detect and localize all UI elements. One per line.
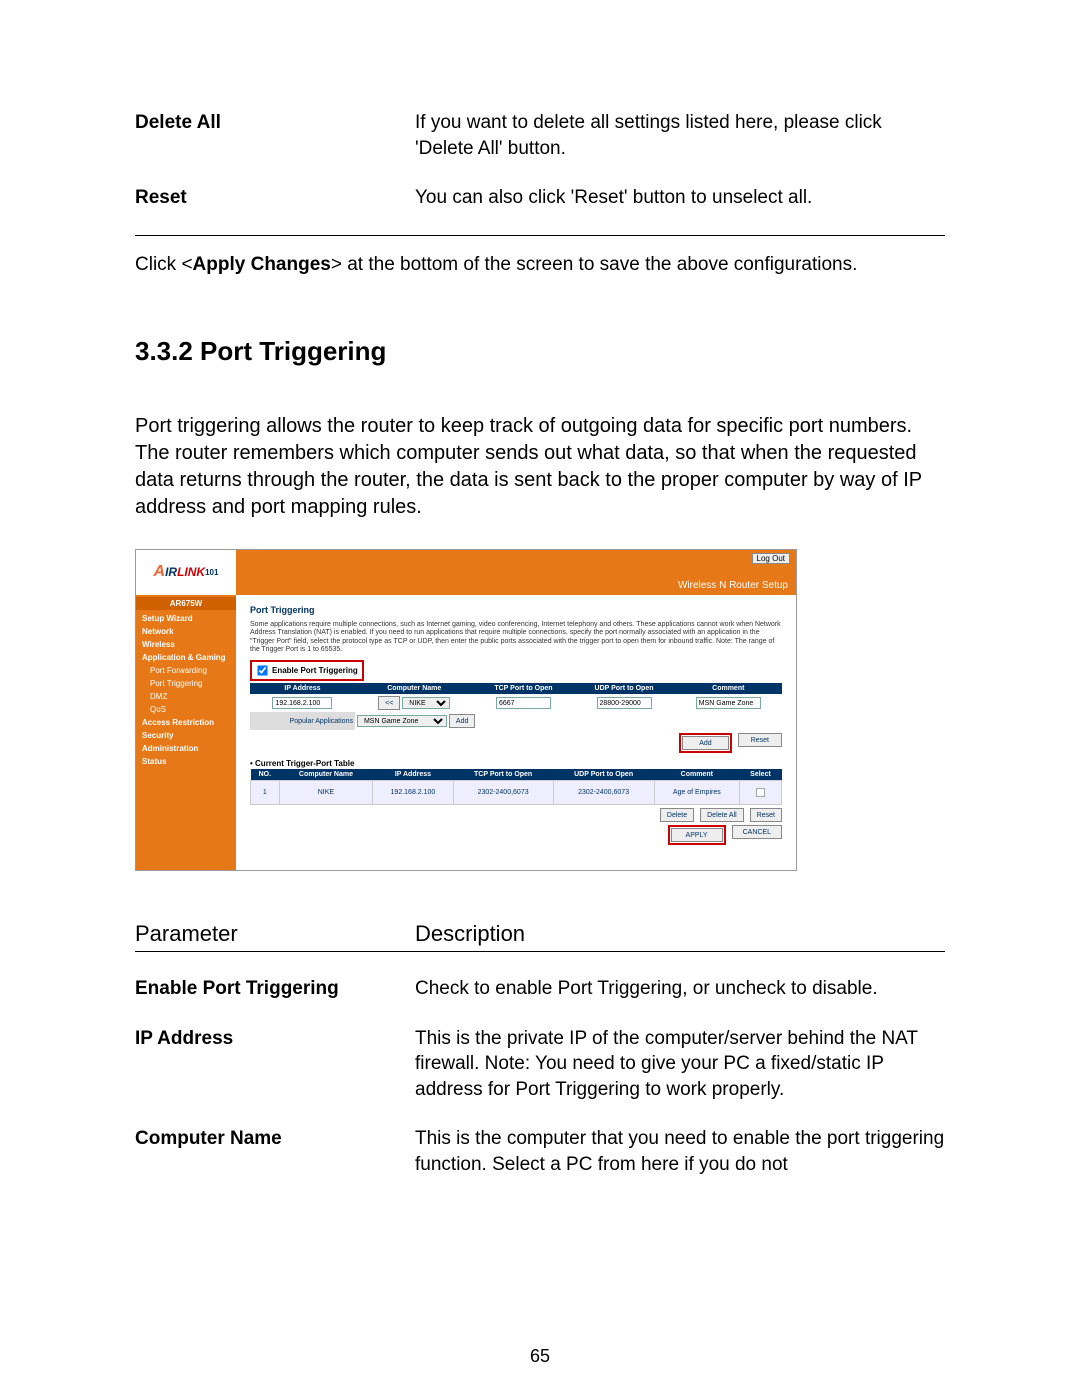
param-table-header: Parameter Description [135,921,945,952]
th-cmt: Comment [675,683,782,694]
reset-button[interactable]: Reset [738,733,782,747]
model-label: AR675W [136,597,236,610]
port-triggering-desc: Some applications require multiple conne… [250,621,782,655]
param-row-delete-all: Delete All If you want to delete all set… [135,110,945,161]
logout-button[interactable]: Log Out [752,553,790,564]
param-row-cn: Computer Name This is the computer that … [135,1126,945,1177]
sidebar-item-access[interactable]: Access Restriction [136,716,236,729]
param-col-header: Parameter [135,921,415,947]
reset-table-button[interactable]: Reset [750,808,782,822]
sidebar-item-dmz[interactable]: DMZ [136,690,236,703]
param-label: Delete All [135,110,415,161]
desc-col-header: Description [415,921,945,947]
apply-changes-note: Click <Apply Changes> at the bottom of t… [135,254,945,276]
cancel-button[interactable]: CANCEL [732,825,782,839]
banner: Log Out Wireless N Router Setup [236,550,796,595]
copy-name-button[interactable]: << [378,696,400,710]
sidebar-item-security[interactable]: Security [136,729,236,742]
th-udp2: UDP Port to Open [553,769,654,781]
sidebar-item-setup[interactable]: Setup Wizard [136,612,236,625]
th-tcp2: TCP Port to Open [453,769,553,781]
param-label: Computer Name [135,1126,415,1177]
th-cn: Computer Name [355,683,474,694]
th-no: NO. [251,769,280,781]
param-desc: This is the computer that you need to en… [415,1126,945,1177]
th-udp: UDP Port to Open [573,683,674,694]
tcp-input[interactable] [496,697,551,709]
delete-all-button[interactable]: Delete All [700,808,744,822]
cell-no: 1 [251,781,280,805]
cell-udp: 2302-2400,6073 [553,781,654,805]
router-screenshot: AIRLINK 101 Log Out Wireless N Router Se… [135,549,797,871]
sidebar-item-qos[interactable]: QoS [136,703,236,716]
cell-ip: 192.168.2.100 [373,781,454,805]
param-row-enable: Enable Port Triggering Check to enable P… [135,976,945,1002]
sidebar-item-network[interactable]: Network [136,625,236,638]
apply-button[interactable]: APPLY [671,828,723,842]
sidebar: AR675W Setup Wizard Network Wireless App… [136,595,236,870]
divider [135,235,945,236]
th-tcp: TCP Port to Open [473,683,573,694]
enable-checkbox[interactable] [257,666,267,676]
param-desc: This is the private IP of the computer/s… [415,1026,945,1103]
cell-cmt: Age of Empires [654,781,739,805]
param-row-ip: IP Address This is the private IP of the… [135,1026,945,1103]
enable-label: Enable Port Triggering [272,666,358,675]
add-button[interactable]: Add [682,736,728,750]
computer-name-select[interactable]: NIKE [402,697,450,709]
cell-cn: NIKE [279,781,372,805]
port-triggering-title: Port Triggering [250,605,782,615]
param-label: IP Address [135,1026,415,1103]
sidebar-item-app-gaming[interactable]: Application & Gaming [136,651,236,664]
section-heading: 3.3.2 Port Triggering [135,336,945,367]
param-label: Reset [135,185,415,211]
comment-input[interactable] [696,697,761,709]
sidebar-item-wireless[interactable]: Wireless [136,638,236,651]
sidebar-item-admin[interactable]: Administration [136,742,236,755]
cell-sel[interactable] [739,781,781,805]
cell-tcp: 2302-2400,6073 [453,781,553,805]
th-ip2: IP Address [373,769,454,781]
delete-button[interactable]: Delete [660,808,694,822]
trigger-table-title: • Current Trigger-Port Table [250,759,782,768]
airlink-logo: AIRLINK 101 [136,550,236,595]
form-table: IP Address Computer Name TCP Port to Ope… [250,683,782,730]
param-desc: If you want to delete all settings liste… [415,110,945,161]
intro-paragraph: Port triggering allows the router to kee… [135,413,945,521]
banner-title: Wireless N Router Setup [678,580,788,591]
param-label: Enable Port Triggering [135,976,415,1002]
page-number: 65 [0,1346,1080,1367]
th-cmt2: Comment [654,769,739,781]
param-desc: Check to enable Port Triggering, or unch… [415,976,945,1002]
enable-port-triggering-checkbox[interactable]: Enable Port Triggering [250,660,364,681]
param-desc: You can also click 'Reset' button to uns… [415,185,945,211]
udp-input[interactable] [597,697,652,709]
sidebar-item-port-triggering[interactable]: Port Triggering [136,677,236,690]
table-row: 1 NIKE 192.168.2.100 2302-2400,6073 2302… [251,781,782,805]
th-cn2: Computer Name [279,769,372,781]
ip-input[interactable] [272,697,332,709]
add-small-button[interactable]: Add [449,714,475,728]
popular-apps-label: Popular Applications [250,712,355,730]
param-row-reset: Reset You can also click 'Reset' button … [135,185,945,211]
popular-apps-select[interactable]: MSN Game Zone [357,715,447,727]
th-sel: Select [739,769,781,781]
sidebar-item-port-forwarding[interactable]: Port Forwarding [136,664,236,677]
th-ip: IP Address [250,683,355,694]
select-checkbox[interactable] [756,788,765,797]
sidebar-item-status[interactable]: Status [136,755,236,768]
trigger-table: NO. Computer Name IP Address TCP Port to… [250,769,782,805]
